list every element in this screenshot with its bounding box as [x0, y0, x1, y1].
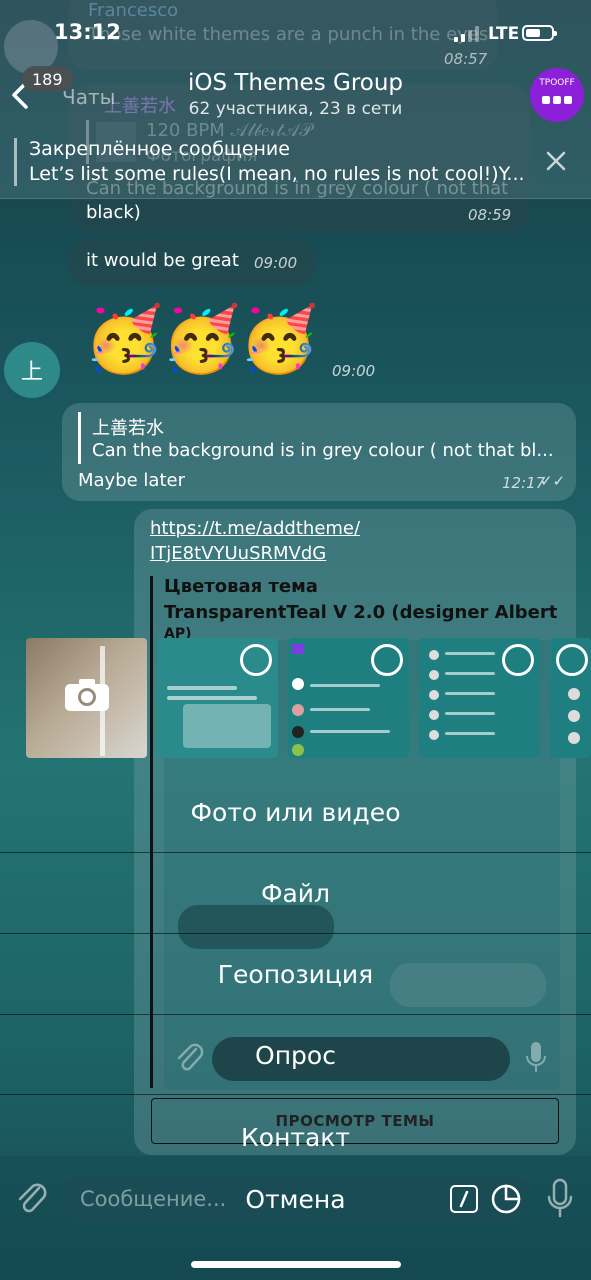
group-avatar[interactable]: TPOOFF [530, 68, 584, 122]
message-text: Maybe later [78, 470, 185, 491]
avatar-initial: 上 [20, 360, 43, 385]
gallery-thumbnail-4[interactable] [550, 638, 591, 758]
slash-command-icon[interactable] [450, 1185, 478, 1213]
menu-contact-label: Контакт [241, 1123, 350, 1152]
thumb-avatar [292, 726, 304, 738]
thumb-avatar [292, 704, 304, 716]
message-text-cont: black) [86, 202, 141, 223]
thumb-avatar [568, 688, 580, 700]
status-time: 13:12 [54, 20, 121, 44]
menu-poll-label: Опрос [255, 1040, 336, 1070]
sticker-icon[interactable] [490, 1183, 522, 1219]
message-text: it would be great [86, 250, 239, 271]
preview-subtitle: TransparentTeal V 2.0 (designer Albert [164, 602, 558, 623]
cancel-label: Отмена [245, 1184, 346, 1214]
thumb-line [310, 684, 380, 687]
camera-icon [64, 678, 110, 716]
home-indicator [191, 1261, 401, 1268]
thumb-line [445, 652, 495, 655]
menu-location-label: Геопозиция [217, 959, 374, 989]
thumb-avatar [292, 678, 304, 690]
preview-title: Цветовая тема [164, 576, 318, 597]
link-text[interactable]: https://t.me/addtheme/ [150, 518, 360, 539]
gallery-thumbnail-2[interactable] [288, 638, 409, 758]
thumb-avatar [429, 670, 439, 680]
thumb-avatar [429, 690, 439, 700]
menu-photo-video[interactable]: Фото или видео [0, 772, 591, 852]
menu-file-label: Файл [260, 878, 331, 908]
select-circle-icon [240, 644, 272, 676]
microphone-icon[interactable] [546, 1178, 574, 1224]
camera-tile[interactable] [26, 638, 147, 758]
menu-contact[interactable]: Контакт [0, 1094, 591, 1157]
thumb-avatar [292, 644, 304, 654]
thumb-avatar [568, 710, 580, 722]
message-time: 09:00 [254, 254, 298, 272]
avatar[interactable]: 上 [4, 342, 60, 398]
signal-icon [454, 26, 484, 42]
menu-location[interactable]: Геопозиция [0, 933, 591, 1014]
avatar-dots-icon [542, 96, 572, 106]
chat-title[interactable]: iOS Themes Group [0, 70, 591, 96]
gallery-thumbnail-1[interactable] [157, 638, 278, 758]
message-time: 08:59 [468, 206, 512, 224]
menu-photo-video-label: Фото или видео [190, 797, 401, 827]
network-type: LTE [488, 24, 520, 44]
select-circle-icon [556, 644, 588, 676]
select-circle-icon [502, 644, 534, 676]
gallery-thumbnail-3[interactable] [419, 638, 540, 758]
thumb-line [445, 672, 495, 675]
attach-paperclip-icon[interactable] [14, 1178, 48, 1220]
reply-name: 上善若水 [92, 418, 164, 439]
message-time: 12:17 [502, 474, 546, 492]
double-check-icon: ✓✓ [540, 472, 566, 490]
pinned-bar [14, 138, 17, 186]
group-avatar-text: TPOOFF [539, 78, 575, 88]
thumb-card [183, 704, 271, 748]
chat-subtitle[interactable]: 62 участника, 23 в сети [0, 99, 591, 119]
battery-icon [522, 25, 557, 41]
thumb-line [310, 730, 390, 733]
thumb-avatar [292, 744, 304, 756]
emoji-message[interactable]: 🥳🥳🥳 [84, 300, 319, 380]
thumb-line [310, 708, 370, 711]
thumb-avatar [429, 730, 439, 740]
thumb-avatar [429, 710, 439, 720]
reply-text: Can the background is in grey colour ( n… [92, 440, 554, 461]
thumb-line [167, 686, 237, 690]
menu-poll[interactable]: Опрос [0, 1014, 591, 1095]
close-pinned-icon[interactable] [544, 149, 568, 177]
thumb-line [167, 696, 257, 700]
pinned-text[interactable]: Let’s list some rules(I mean, no rules i… [29, 163, 525, 185]
thumb-avatar [568, 732, 580, 744]
thumb-line [445, 692, 495, 695]
message-time: 09:00 [332, 362, 376, 380]
link-text-cont[interactable]: ITjE8tVYUuSRMVdG [150, 543, 326, 564]
reply-bar [78, 412, 81, 464]
thumb-line [445, 732, 495, 735]
thumb-line [445, 712, 495, 715]
menu-file[interactable]: Файл [0, 852, 591, 933]
select-circle-icon [371, 644, 403, 676]
pinned-title[interactable]: Закреплённое сообщение [29, 138, 290, 160]
thumb-avatar [429, 650, 439, 660]
